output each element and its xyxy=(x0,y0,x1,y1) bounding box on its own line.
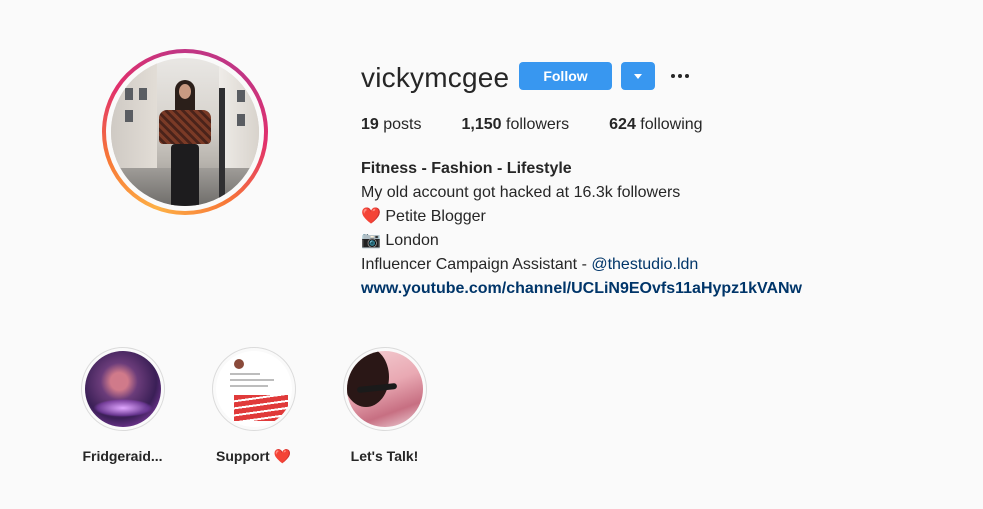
highlight-fridgeraid[interactable]: Fridgeraid... xyxy=(74,347,171,465)
profile-page: vickymcgee Follow 19 posts 1,150 followe… xyxy=(0,0,983,509)
follow-button[interactable]: Follow xyxy=(519,62,612,90)
profile-stats: 19 posts 1,150 followers 624 following xyxy=(361,116,743,134)
profile-avatar-story-ring[interactable] xyxy=(102,49,268,215)
ellipsis-icon xyxy=(671,74,675,78)
highlight-label: Fridgeraid... xyxy=(82,448,163,464)
bio-line: My old account got hacked at 16.3k follo… xyxy=(361,184,681,201)
username: vickymcgee xyxy=(361,62,510,93)
bio-mention-link[interactable]: @thestudio.ldn xyxy=(591,256,698,273)
bio-line: ❤️ Petite Blogger xyxy=(361,208,486,225)
following-stat[interactable]: 624 following xyxy=(609,116,702,134)
highlight-cover xyxy=(342,347,427,431)
highlight-cover xyxy=(80,347,165,431)
bio-display-name: Fitness - Fashion - Lifestyle xyxy=(361,160,572,177)
posts-stat: 19 posts xyxy=(361,116,422,133)
profile-bio: Fitness - Fashion - Lifestyle My old acc… xyxy=(361,157,802,301)
bio-line: 📷 London xyxy=(361,232,439,249)
caret-down-icon xyxy=(634,73,642,79)
highlight-lets-talk[interactable]: Let's Talk! xyxy=(336,347,433,465)
suggested-accounts-dropdown-button[interactable] xyxy=(621,62,655,90)
more-options-button[interactable] xyxy=(668,66,692,86)
red-heart-icon: ❤️ xyxy=(273,448,291,464)
avatar xyxy=(111,58,259,206)
story-highlights: Fridgeraid... Support ❤️ Let's Talk! xyxy=(74,347,467,465)
bio-website-link[interactable]: www.youtube.com/channel/UCLiN9EOvfs11aHy… xyxy=(361,280,802,297)
highlight-label: Let's Talk! xyxy=(350,448,419,464)
followers-stat[interactable]: 1,150 followers xyxy=(462,116,570,134)
highlight-cover xyxy=(211,347,296,431)
bio-line: Influencer Campaign Assistant - @thestud… xyxy=(361,256,699,273)
highlight-label: Support ❤️ xyxy=(216,448,291,464)
highlight-support[interactable]: Support ❤️ xyxy=(205,347,302,465)
red-heart-icon: ❤️ xyxy=(361,208,381,225)
camera-icon: 📷 xyxy=(361,232,381,249)
